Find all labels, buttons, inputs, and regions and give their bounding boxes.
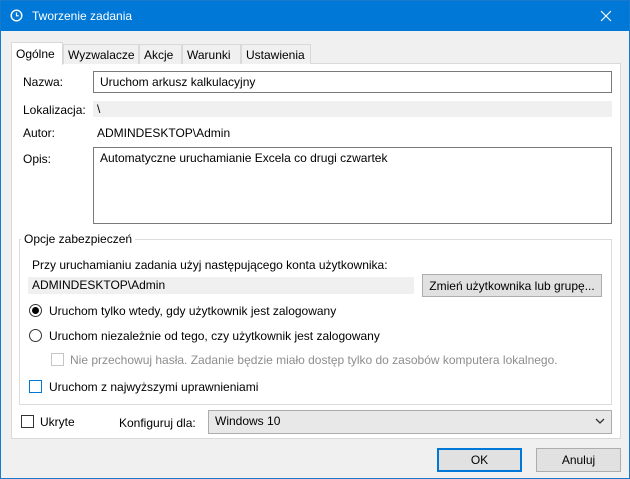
ok-button[interactable]: OK <box>437 448 522 472</box>
title-bar[interactable]: Tworzenie zadania <box>1 1 629 31</box>
location-label: Lokalizacja: <box>23 103 86 117</box>
tab-conditions[interactable]: Warunki <box>182 44 241 64</box>
change-user-button[interactable]: Zmień użytkownika lub grupę... <box>422 274 602 297</box>
tab-triggers[interactable]: Wyzwalacze <box>63 44 139 64</box>
radio-run-when-logged-on-label[interactable]: Uruchom tylko wtedy, gdy użytkownik jest… <box>49 304 336 318</box>
task-scheduler-icon <box>10 9 23 22</box>
checkbox-hidden[interactable] <box>21 415 34 428</box>
configure-for-label: Konfiguruj dla: <box>119 416 196 430</box>
radio-selected-dot <box>32 307 39 314</box>
cancel-button[interactable]: Anuluj <box>536 448 621 472</box>
close-button[interactable] <box>583 1 629 31</box>
checkbox-no-store-password-label: Nie przechowuj hasła. Zadanie będzie mia… <box>70 353 558 367</box>
chevron-down-icon <box>595 418 605 424</box>
tab-actions[interactable]: Akcje <box>139 44 182 64</box>
checkbox-no-store-password[interactable] <box>51 353 64 366</box>
name-input[interactable]: Uruchom arkusz kalkulacyjny <box>93 71 612 93</box>
account-prompt: Przy uruchamianiu zadania użyj następują… <box>32 258 388 272</box>
close-icon <box>600 10 612 22</box>
radio-run-when-logged-on[interactable] <box>29 304 42 317</box>
window-title: Tworzenie zadania <box>32 9 133 23</box>
radio-run-whether-logged-on-label[interactable]: Uruchom niezależnie od tego, czy użytkow… <box>49 329 380 343</box>
configure-for-value: Windows 10 <box>215 414 281 428</box>
author-label: Autor: <box>23 126 56 140</box>
configure-for-select[interactable]: Windows 10 <box>208 410 612 434</box>
checkbox-highest-privileges-label[interactable]: Uruchom z najwyższymi uprawnieniami <box>49 380 258 394</box>
location-value: \ <box>93 101 612 117</box>
author-value: ADMINDESKTOP\Admin <box>97 126 231 140</box>
checkbox-highest-privileges[interactable] <box>29 380 42 393</box>
radio-run-whether-logged-on[interactable] <box>29 329 42 342</box>
tab-general[interactable]: Ogólne <box>11 42 63 65</box>
tab-settings[interactable]: Ustawienia <box>241 44 311 64</box>
create-task-dialog: Tworzenie zadania Nazwa: Uruchom arkusz … <box>0 0 630 479</box>
description-textarea[interactable]: Automatyczne uruchamianie Excela co drug… <box>93 147 612 224</box>
name-label: Nazwa: <box>23 75 64 89</box>
account-value: ADMINDESKTOP\Admin <box>28 277 414 294</box>
description-label: Opis: <box>23 152 52 166</box>
security-options-legend: Opcje zabezpieczeń <box>21 232 136 246</box>
general-tab-page: Nazwa: Uruchom arkusz kalkulacyjny Lokal… <box>11 63 621 439</box>
checkbox-hidden-label[interactable]: Ukryte <box>40 415 75 429</box>
